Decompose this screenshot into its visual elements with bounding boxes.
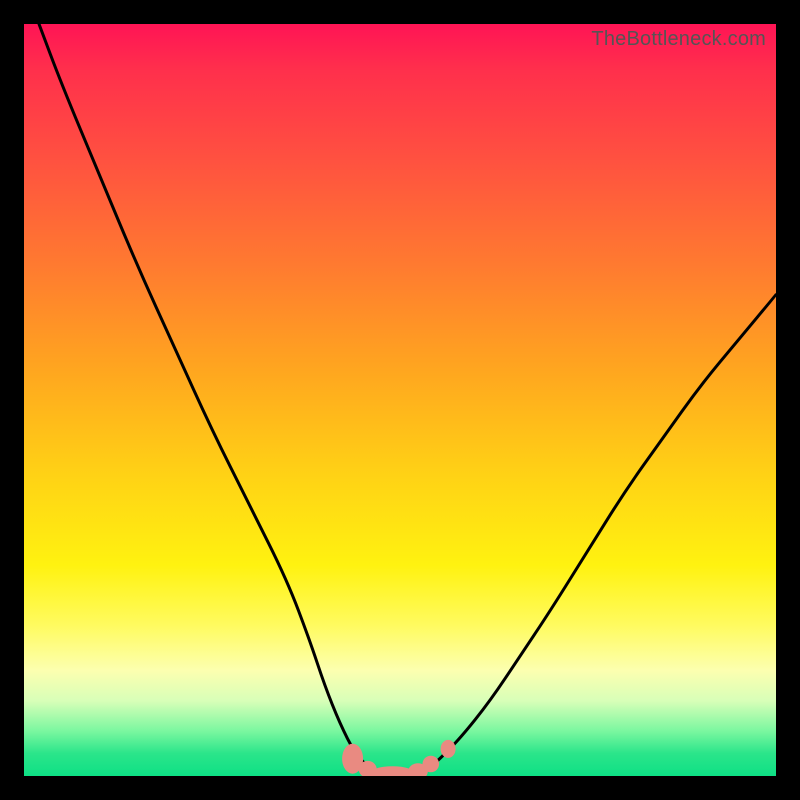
chart-frame: TheBottleneck.com [0, 0, 800, 800]
plot-area: TheBottleneck.com [24, 24, 776, 776]
bottleneck-curve [39, 24, 776, 774]
curve-marker [423, 756, 440, 773]
curve-svg [24, 24, 776, 776]
curve-marker [441, 740, 456, 758]
